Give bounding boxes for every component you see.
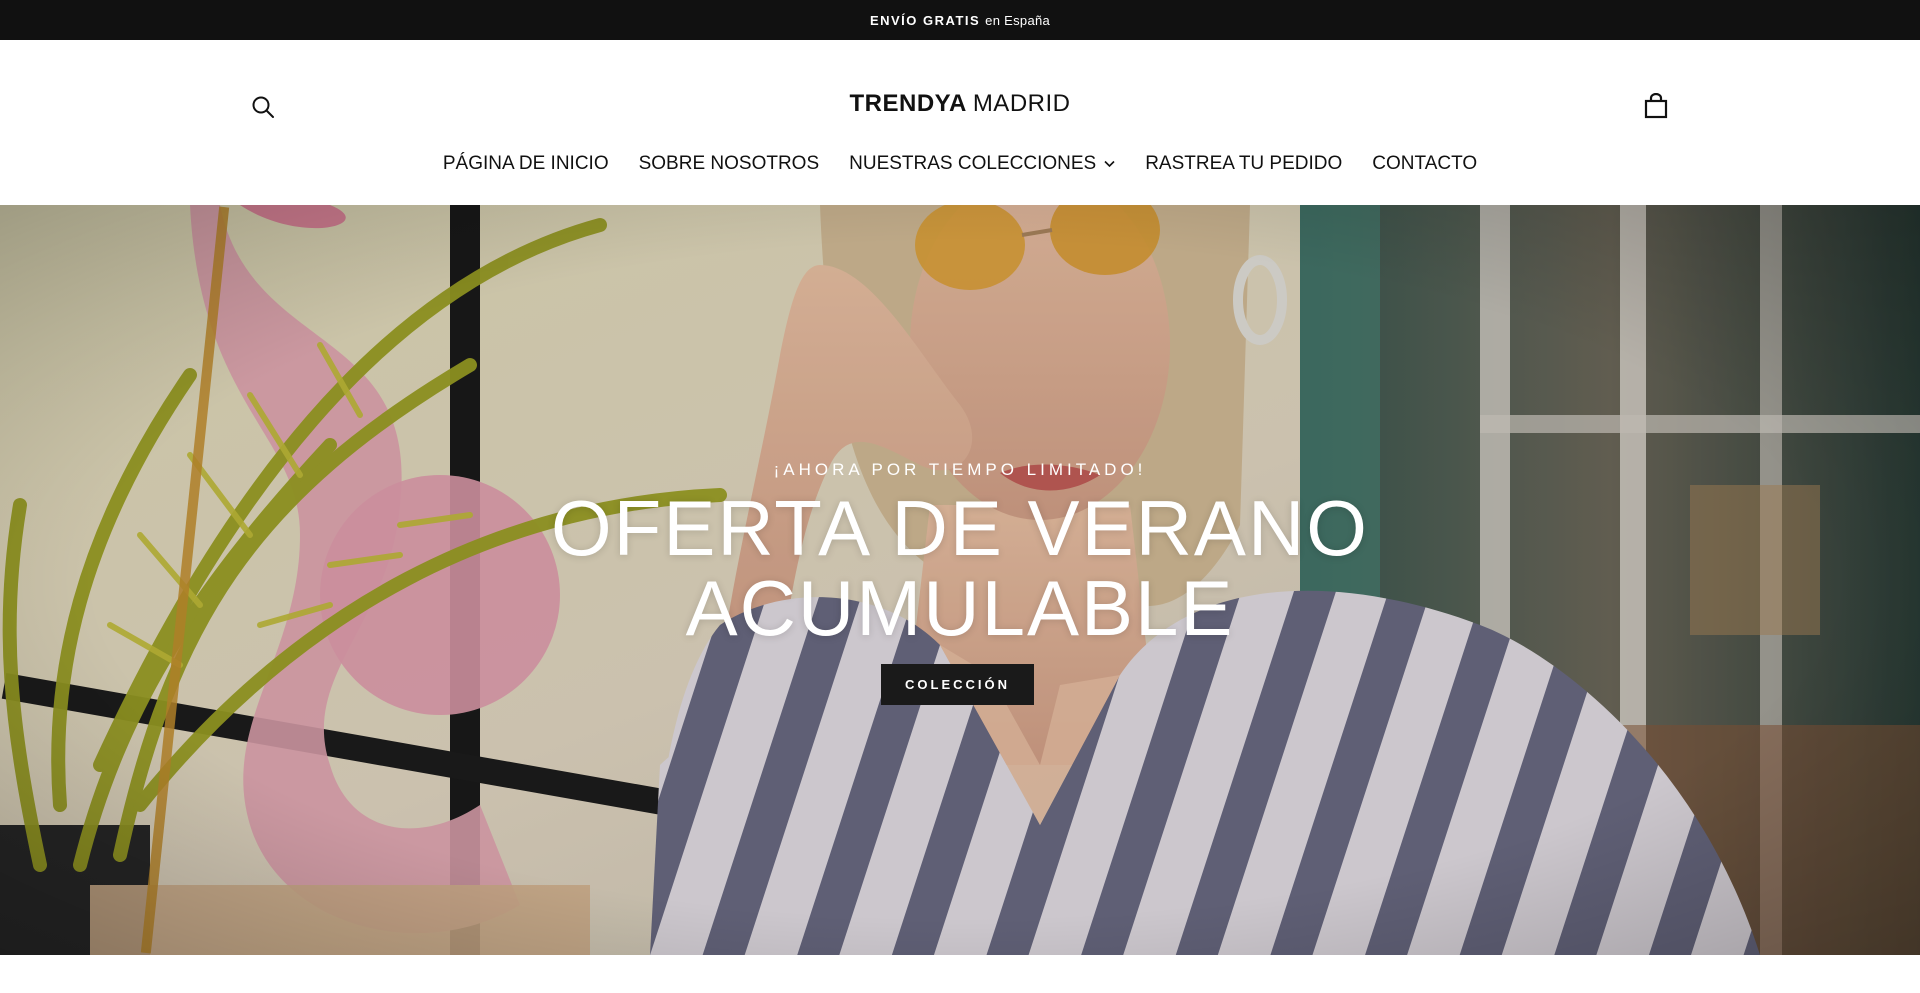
announcement-text: en España [985,12,1051,28]
logo-brand-bold: TRENDYA [849,90,967,117]
cart-button[interactable] [1640,90,1672,122]
site-header: TRENDYA MADRID PÁGINA DE INICIO SOBRE NOS… [0,40,1920,205]
nav-item-label: PÁGINA DE INICIO [442,153,609,174]
logo-brand-light: MADRID [972,90,1071,117]
search-button[interactable] [248,92,278,122]
hero-subtitle: ¡AHORA POR TIEMPO LIMITADO! [773,460,1147,479]
hero-title-line1: OFERTA DE VERANO [551,484,1369,572]
nav-item-label: NUESTRAS COLECCIONES [849,153,1097,174]
nav-item-contact[interactable]: CONTACTO [1372,153,1477,175]
nav-item-about[interactable]: SOBRE NOSOTROS [639,153,820,175]
chevron-down-icon [1104,160,1115,168]
announcement-bold-text: ENVÍO GRATIS [869,12,981,28]
nav-item-label: SOBRE NOSOTROS [638,153,820,174]
search-icon [252,96,274,118]
nav-item-collections[interactable]: NUESTRAS COLECCIONES [849,153,1115,175]
nav-item-label: CONTACTO [1372,153,1478,174]
hero-title: OFERTA DE VERANO ACUMULABLE [0,488,1920,648]
hero-banner: ¡AHORA POR TIEMPO LIMITADO! OFERTA DE VE… [0,205,1920,955]
nav-item-track-order[interactable]: RASTREA TU PEDIDO [1145,153,1342,175]
hero-content: ¡AHORA POR TIEMPO LIMITADO! OFERTA DE VE… [0,205,1920,955]
nav-item-label: RASTREA TU PEDIDO [1145,153,1343,174]
shopping-bag-icon [1644,93,1668,119]
collection-button[interactable]: COLECCIÓN [881,664,1034,705]
nav-item-home[interactable]: PÁGINA DE INICIO [443,153,609,175]
site-logo[interactable]: TRENDYA MADRID [0,90,1920,118]
announcement-bar: ENVÍO GRATIS en España [0,0,1920,40]
hero-title-line2: ACUMULABLE [685,564,1235,652]
main-nav: PÁGINA DE INICIO SOBRE NOSOTROS NUESTRAS… [0,153,1920,175]
